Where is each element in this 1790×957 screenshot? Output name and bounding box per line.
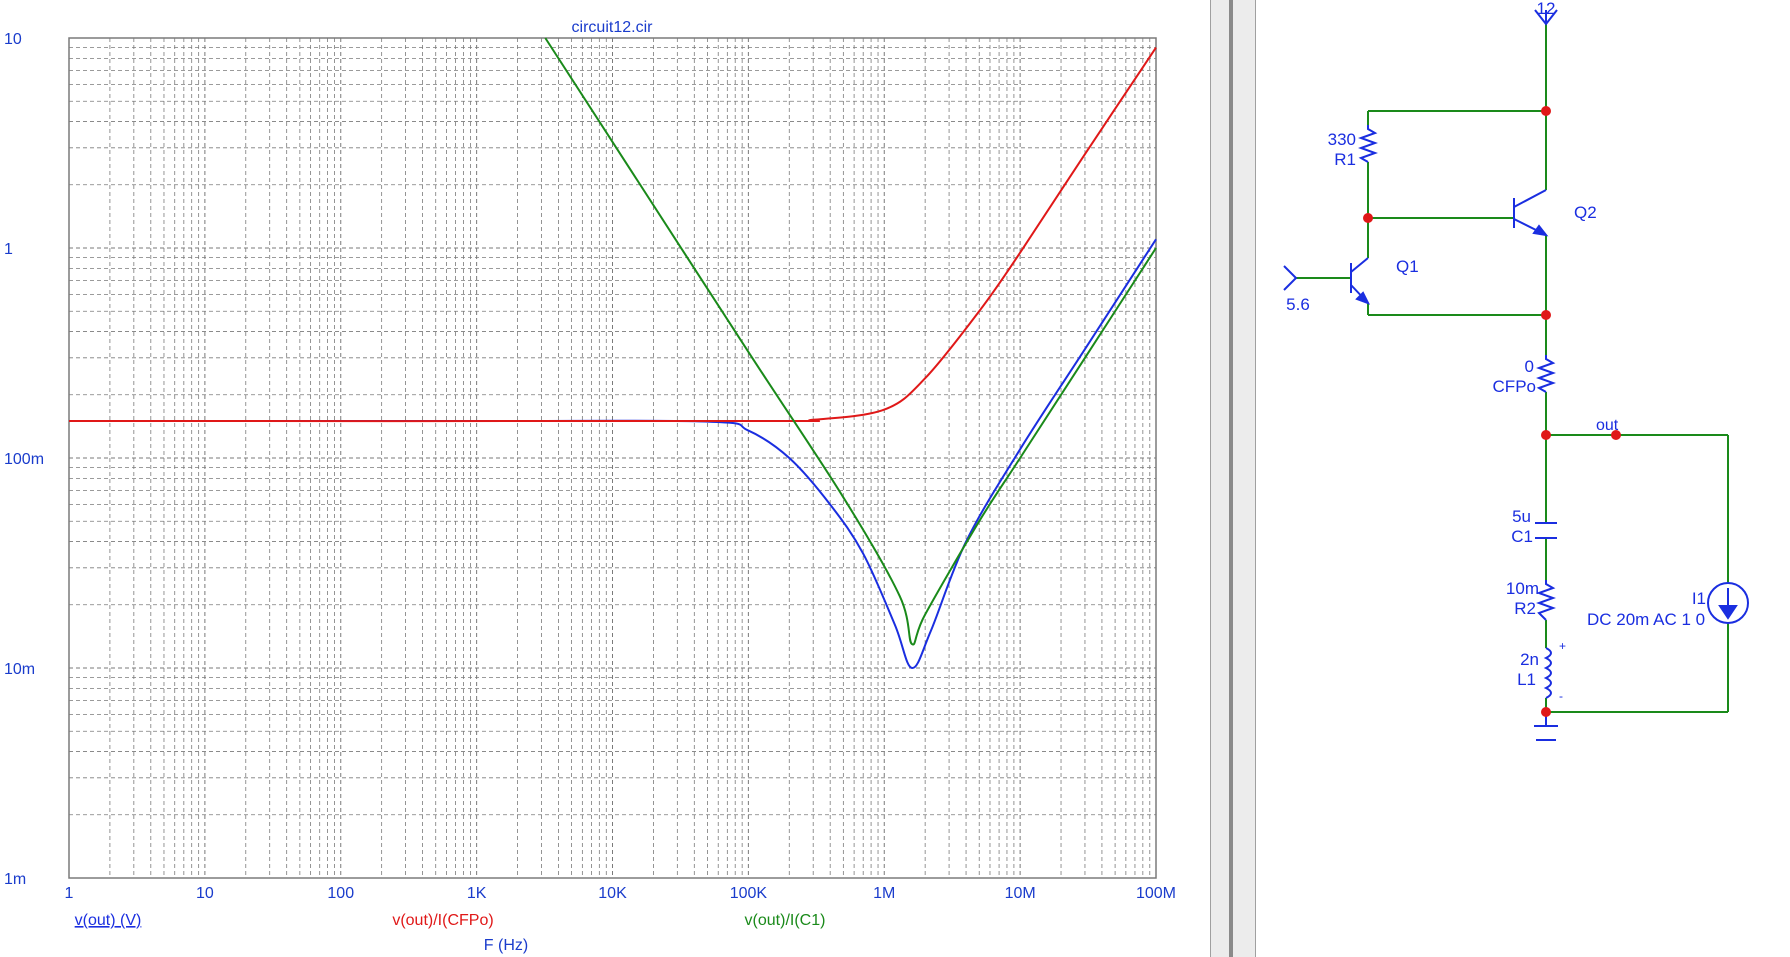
y-tick-label: 1m <box>4 871 26 888</box>
x-tick-label: 100K <box>730 885 768 902</box>
circuit-schematic[interactable]: 12 5.6 330 R1 Q2 Q1 0 CFPo out 5u C1 10m… <box>1256 0 1790 957</box>
x-tick-label: 1K <box>467 885 487 902</box>
schematic-window[interactable]: 12 5.6 330 R1 Q2 Q1 0 CFPo out 5u C1 10m… <box>1256 0 1790 957</box>
wires <box>1296 24 1729 713</box>
cfpo-ref-label: CFPo <box>1493 377 1536 396</box>
c1-ref-label: C1 <box>1511 527 1533 546</box>
plot-window[interactable]: 10 1 100m 10m 1m 1 10 100 1K 10K 100K 1M 10M 100M ci… <box>0 0 1210 957</box>
q2-label: Q2 <box>1574 203 1597 222</box>
l1-value-label: 2n <box>1520 650 1539 669</box>
q1-label: Q1 <box>1396 257 1419 276</box>
y-tick-label: 1 <box>4 241 13 258</box>
splitter-groove <box>1229 0 1233 957</box>
y-tick-label: 10m <box>4 661 35 678</box>
x-tick-label: 100 <box>327 885 354 902</box>
resistor-r1[interactable] <box>1358 125 1378 163</box>
x-axis-label: F (Hz) <box>484 937 528 954</box>
r2-ref-label: R2 <box>1514 599 1536 618</box>
inductor-l1[interactable] <box>1543 647 1552 699</box>
i1-ref-label: I1 <box>1692 589 1706 608</box>
y-tick-label: 100m <box>4 451 44 468</box>
x-tick-label: 10M <box>1005 885 1036 902</box>
plot-grid <box>68 38 1156 879</box>
x-tick-labels: 1 10 100 1K 10K 100K 1M 10M 100M <box>65 885 1176 902</box>
i1-value-label: DC 20m AC 1 0 <box>1587 610 1705 629</box>
pane-splitter[interactable] <box>1210 0 1256 957</box>
capacitor-c1[interactable] <box>1535 522 1557 539</box>
current-source-i1[interactable] <box>1707 582 1749 624</box>
x-tick-label: 100M <box>1136 885 1176 902</box>
x-tick-label: 1 <box>65 885 74 902</box>
l1-plus-mark: + <box>1559 639 1566 653</box>
trace-label-vout[interactable]: v(out) (V) <box>75 912 142 929</box>
y-tick-labels: 10 1 100m 10m 1m <box>4 31 44 888</box>
cfpo-value-label: 0 <box>1525 357 1534 376</box>
transistor-q2[interactable] <box>1513 189 1549 237</box>
x-tick-label: 10K <box>598 885 627 902</box>
bode-plot[interactable]: 10 1 100m 10m 1m 1 10 100 1K 10K 100K 1M 10M 100M ci… <box>0 0 1210 957</box>
series-line-vout-ic1 <box>544 37 1157 646</box>
x-tick-label: 10 <box>196 885 214 902</box>
junction-nodes <box>1363 106 1621 717</box>
r2-value-label: 10m <box>1506 579 1539 598</box>
resistor-cfpo[interactable] <box>1536 355 1556 393</box>
transistor-q1[interactable] <box>1350 257 1371 305</box>
r1-value-label: 330 <box>1328 130 1356 149</box>
trace-label-vout-icfpo[interactable]: v(out)/I(CFPo) <box>392 912 493 929</box>
c1-value-label: 5u <box>1512 507 1531 526</box>
l1-ref-label: L1 <box>1517 670 1536 689</box>
l1-minus-mark: - <box>1559 689 1563 703</box>
chart-title: circuit12.cir <box>572 19 654 36</box>
trace-label-vout-ic1[interactable]: v(out)/I(C1) <box>745 912 826 929</box>
input-terminal[interactable] <box>1283 265 1298 291</box>
y-tick-label: 10 <box>4 31 22 48</box>
r1-ref-label: R1 <box>1334 150 1356 169</box>
supply-voltage-label: 12 <box>1537 0 1556 18</box>
x-tick-label: 1M <box>873 885 895 902</box>
resistor-r2[interactable] <box>1536 580 1556 621</box>
input-voltage-label: 5.6 <box>1286 295 1310 314</box>
